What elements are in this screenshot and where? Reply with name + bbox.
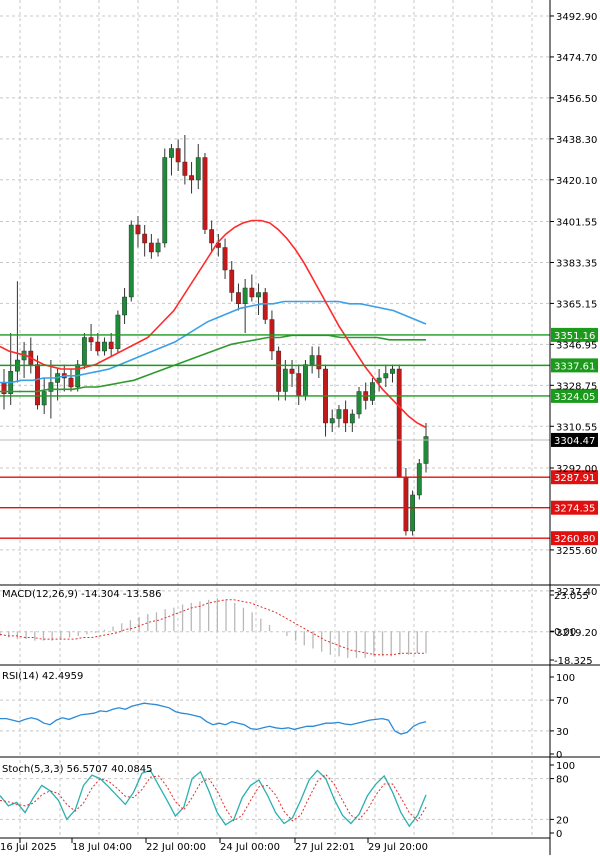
price-tick-label: 3420.10 bbox=[556, 176, 597, 187]
bull-candle bbox=[122, 296, 127, 316]
bear-candle bbox=[95, 341, 101, 352]
bull-candle bbox=[115, 314, 121, 349]
support-level-label: 3274.35 bbox=[554, 504, 595, 515]
bull-candle bbox=[303, 364, 308, 397]
price-axis: 3492.90 3474.70 3456.50 3438.30 3420.10 3401.… bbox=[0, 0, 600, 855]
resistance-level-label: 3324.05 bbox=[554, 392, 595, 403]
rsi-tick-label: 0 bbox=[556, 750, 562, 761]
rsi-panel: 100 70 30 0 bbox=[0, 668, 600, 761]
rsi-tick-label: 70 bbox=[556, 696, 569, 707]
time-tick-label: 27 Jul 22:01 bbox=[295, 842, 355, 853]
macd-tick-label: 0.00 bbox=[554, 627, 576, 638]
bear-candle bbox=[396, 368, 402, 478]
bull-candle bbox=[410, 494, 416, 532]
bear-candle bbox=[236, 292, 241, 304]
bull-candle bbox=[155, 242, 161, 253]
rsi-tick-label: 30 bbox=[556, 727, 569, 738]
bear-candle bbox=[175, 148, 181, 163]
bull-candle bbox=[102, 341, 107, 352]
bear-candle bbox=[148, 242, 154, 253]
resistance-level-label: 3337.61 bbox=[554, 361, 595, 372]
time-tick-label: 18 Jul 04:00 bbox=[72, 842, 132, 853]
price-tick-label: 3346.95 bbox=[556, 340, 597, 351]
trading-chart[interactable]: 3351.16 3337.61 3324.05 3287.91 3274.35 3260.… bbox=[0, 0, 600, 855]
bull-candle bbox=[282, 368, 288, 392]
macd-tick-label: -18.325 bbox=[554, 656, 593, 667]
bull-candle bbox=[370, 382, 375, 401]
bear-candle bbox=[202, 157, 208, 230]
bull-candle bbox=[336, 409, 342, 419]
time-tick-label: 16 Jul 2025 bbox=[0, 842, 57, 853]
bear-candle bbox=[135, 224, 141, 235]
price-tick-label: 3383.35 bbox=[556, 258, 597, 269]
bull-candle bbox=[48, 382, 54, 392]
bull-candle bbox=[81, 337, 87, 365]
bull-candle bbox=[195, 157, 201, 181]
bear-candle bbox=[316, 355, 322, 370]
time-tick-label: 24 Jul 00:00 bbox=[220, 842, 280, 853]
bull-candle bbox=[383, 373, 389, 379]
price-tick-label: 3292.00 bbox=[556, 464, 597, 475]
price-tick-label: 3474.70 bbox=[556, 53, 597, 64]
bull-candle bbox=[349, 413, 355, 424]
bear-candle bbox=[88, 337, 94, 343]
time-tick-label: 22 Jul 00:00 bbox=[146, 842, 206, 853]
bear-candle bbox=[189, 175, 194, 181]
bull-candle bbox=[390, 368, 395, 374]
macd-label: MACD(12,26,9) -14.304 -13.586 bbox=[2, 589, 162, 600]
bear-candle bbox=[249, 287, 255, 298]
bear-candle bbox=[276, 350, 282, 392]
bear-candle bbox=[68, 377, 74, 388]
current-price-label: 3304.47 bbox=[554, 436, 595, 447]
bear-candle bbox=[403, 476, 409, 532]
bull-candle bbox=[423, 436, 429, 464]
bear-candle bbox=[108, 341, 114, 349]
bull-candle bbox=[356, 391, 362, 415]
bull-candle bbox=[169, 148, 174, 158]
bear-candle bbox=[289, 368, 295, 374]
bear-candle bbox=[343, 409, 349, 424]
rsi-label: RSI(14) 42.4959 bbox=[2, 671, 83, 682]
stoch-tick-label: 20 bbox=[556, 815, 569, 826]
price-tick-label: 3401.55 bbox=[556, 218, 597, 229]
price-tick-label: 3456.50 bbox=[556, 94, 597, 105]
price-tick-label: 3365.15 bbox=[556, 299, 597, 310]
stoch-tick-label: 80 bbox=[556, 775, 569, 786]
price-tick-label: 3438.30 bbox=[556, 135, 597, 146]
bear-candle bbox=[222, 247, 228, 271]
bull-candle bbox=[329, 418, 335, 424]
stoch-tick-label: 100 bbox=[556, 761, 575, 772]
main-grid bbox=[0, 0, 550, 633]
price-tick-label: 3255.60 bbox=[556, 546, 597, 557]
price-tick-label: 3492.90 bbox=[556, 12, 597, 23]
bull-candle bbox=[256, 292, 261, 298]
rsi-tick-label: 100 bbox=[556, 673, 575, 684]
time-axis: 16 Jul 2025 18 Jul 04:00 22 Jul 00:00 24 Ju… bbox=[0, 838, 428, 853]
bull-candle bbox=[162, 157, 168, 244]
bull-candle bbox=[309, 355, 315, 365]
bear-candle bbox=[262, 292, 268, 320]
bull-candle bbox=[242, 287, 248, 304]
support-resistance-lines: 3351.163337.613324.053287.913274.353260.… bbox=[0, 327, 598, 546]
bear-candle bbox=[229, 269, 235, 293]
bull-candle bbox=[41, 391, 47, 406]
rsi-line bbox=[0, 702, 427, 735]
price-tick-label: 3328.75 bbox=[556, 381, 597, 392]
stoch-tick-label: 0 bbox=[556, 829, 562, 840]
bear-candle bbox=[35, 364, 40, 406]
chart-canvas[interactable]: 3351.163337.613324.053287.913274.353260.… bbox=[0, 0, 600, 855]
macd-tick-label: 23.055 bbox=[554, 591, 589, 602]
bear-candle bbox=[296, 373, 302, 397]
macd-signal-line bbox=[0, 599, 426, 656]
stoch-label: Stoch(5,3,3) 56.5707 40.0845 bbox=[2, 764, 153, 775]
bear-candle bbox=[209, 229, 215, 244]
time-tick-label: 29 Jul 20:00 bbox=[368, 842, 428, 853]
bear-candle bbox=[142, 233, 148, 244]
price-tick-label: 3310.55 bbox=[556, 422, 597, 433]
bull-candle bbox=[128, 224, 134, 298]
bear-candle bbox=[182, 161, 188, 176]
bull-candle bbox=[416, 463, 422, 496]
support-level-label: 3260.80 bbox=[554, 534, 595, 545]
